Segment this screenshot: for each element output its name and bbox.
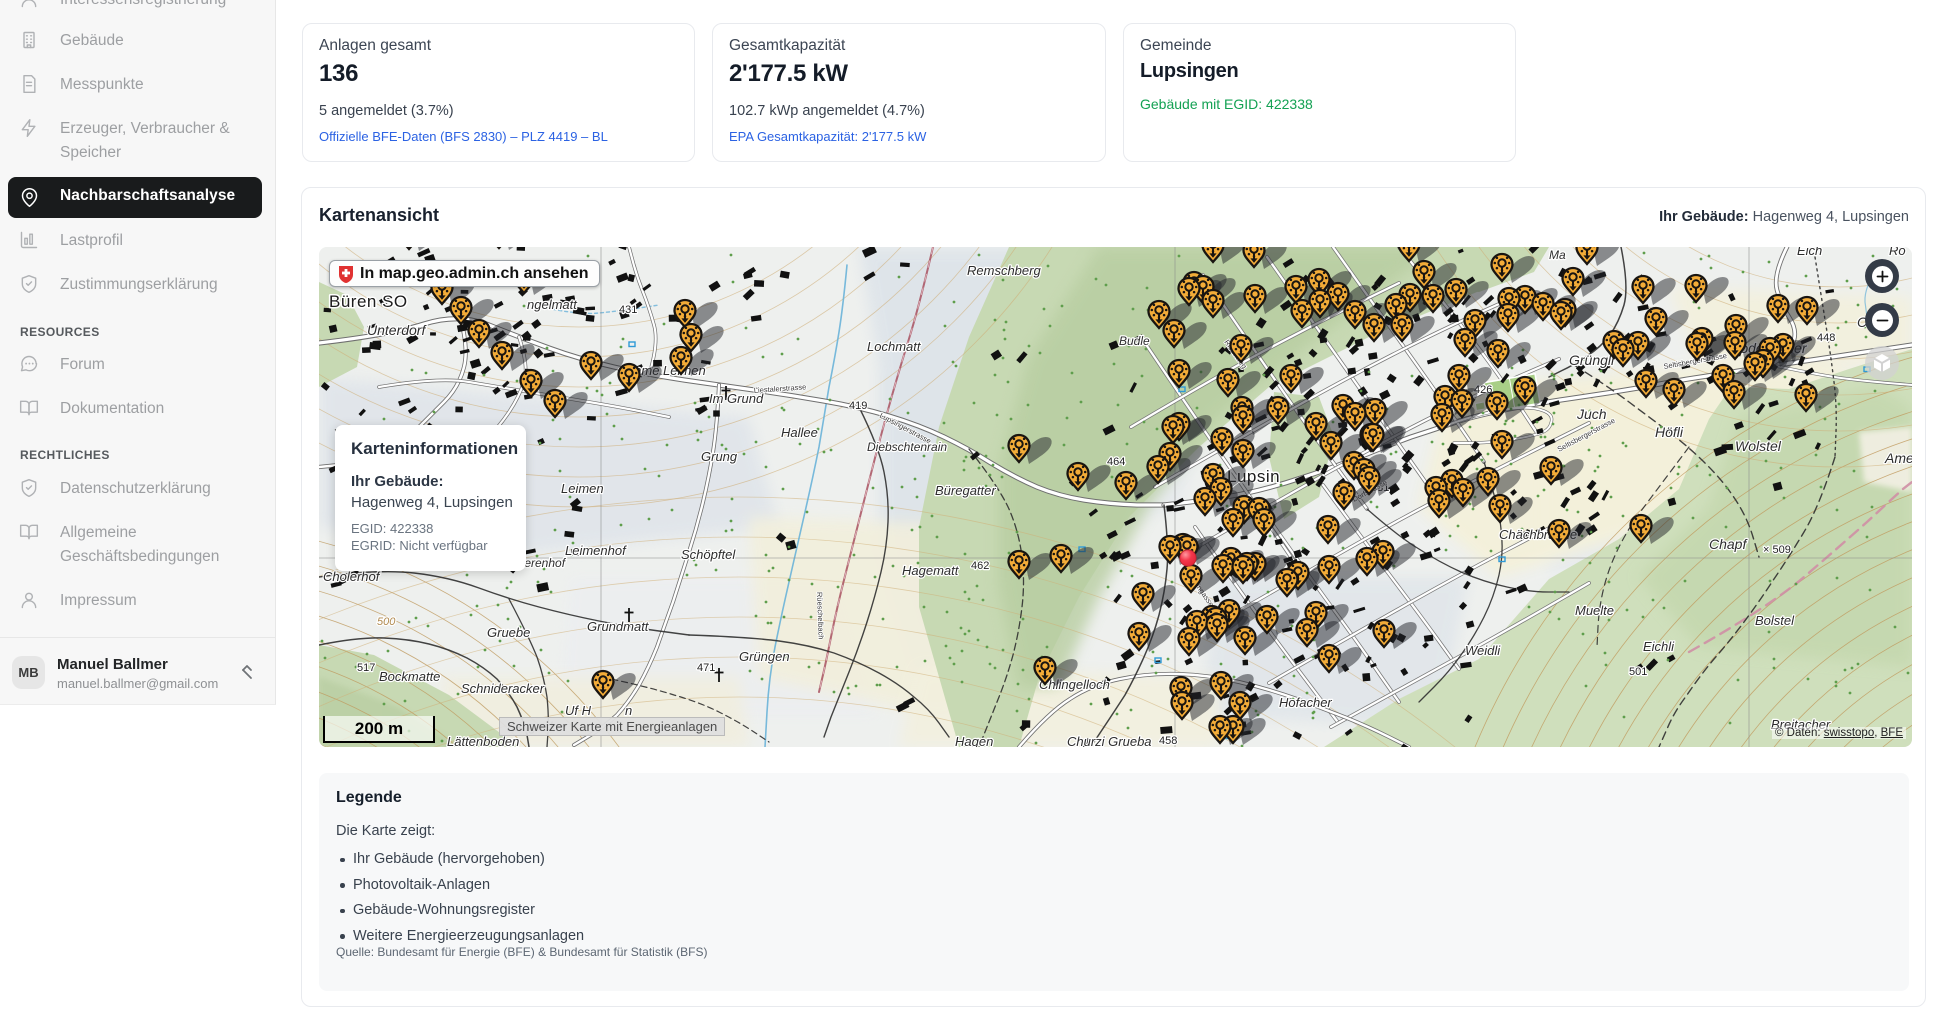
svg-text:Ro: Ro	[1889, 247, 1906, 258]
svg-text:Chapf: Chapf	[1709, 536, 1748, 552]
svg-text:ngelmatt: ngelmatt	[527, 297, 578, 312]
svg-text:Ame: Ame	[1884, 450, 1912, 466]
svg-text:n: n	[625, 703, 632, 718]
svg-text:Leimen: Leimen	[561, 481, 604, 496]
svg-text:Bockmatte: Bockmatte	[379, 669, 440, 684]
svg-text:Eichli: Eichli	[1643, 639, 1675, 654]
svg-text:Grundmatt: Grundmatt	[587, 619, 650, 634]
svg-text:Eich: Eich	[1797, 247, 1822, 258]
svg-text:Rüeschelbach: Rüeschelbach	[815, 592, 826, 640]
svg-text:Höfli: Höfli	[1655, 424, 1684, 440]
svg-text:Büregatter: Büregatter	[935, 483, 996, 498]
svg-text:× 509: × 509	[1763, 544, 1791, 556]
svg-text:Cholerhof: Cholerhof	[323, 569, 381, 584]
svg-text:Juch: Juch	[1576, 406, 1607, 422]
svg-text:517: 517	[357, 662, 375, 674]
svg-text:Diebschtenrain: Diebschtenrain	[867, 440, 947, 454]
svg-text:Grüngli: Grüngli	[1569, 352, 1615, 368]
svg-text:Wolstel: Wolstel	[1735, 438, 1782, 454]
svg-text:419: 419	[849, 400, 867, 412]
svg-text:Unterdorf: Unterdorf	[367, 322, 427, 338]
svg-text:Grüngen: Grüngen	[739, 649, 790, 664]
svg-text:Muelte: Muelte	[1575, 603, 1614, 618]
svg-text:Leimenhof: Leimenhof	[565, 543, 627, 558]
svg-text:462: 462	[971, 560, 989, 572]
svg-text:Ma: Ma	[1549, 248, 1566, 262]
svg-text:Hagematt: Hagematt	[902, 563, 960, 578]
svg-text:501: 501	[1629, 666, 1647, 678]
svg-text:Hagen: Hagen	[955, 734, 993, 747]
svg-text:Hofacher: Hofacher	[1279, 695, 1332, 710]
svg-text:464: 464	[1107, 456, 1125, 468]
svg-text:500: 500	[377, 616, 396, 628]
svg-text:471: 471	[697, 662, 715, 674]
svg-text:Lochmatt: Lochmatt	[867, 339, 922, 354]
svg-text:Uf H: Uf H	[565, 703, 592, 718]
svg-text:Gruebe: Gruebe	[487, 625, 530, 640]
svg-text:Weidli: Weidli	[1465, 643, 1501, 658]
svg-text:Büren SO: Büren SO	[329, 292, 408, 311]
svg-text:Remschberg: Remschberg	[967, 263, 1041, 278]
svg-text:Grung: Grung	[701, 449, 738, 464]
svg-text:Budle: Budle	[1119, 334, 1150, 348]
svg-text:431: 431	[619, 304, 637, 316]
svg-text:458: 458	[1159, 735, 1177, 747]
svg-text:Churzi Grueba: Churzi Grueba	[1067, 734, 1152, 747]
svg-text:448: 448	[1817, 332, 1835, 344]
svg-text:Hallee: Hallee	[781, 425, 818, 440]
svg-text:Bolstel: Bolstel	[1755, 613, 1795, 628]
svg-text:Schnideracker: Schnideracker	[461, 681, 545, 696]
svg-text:Schöpftel: Schöpftel	[681, 547, 736, 562]
